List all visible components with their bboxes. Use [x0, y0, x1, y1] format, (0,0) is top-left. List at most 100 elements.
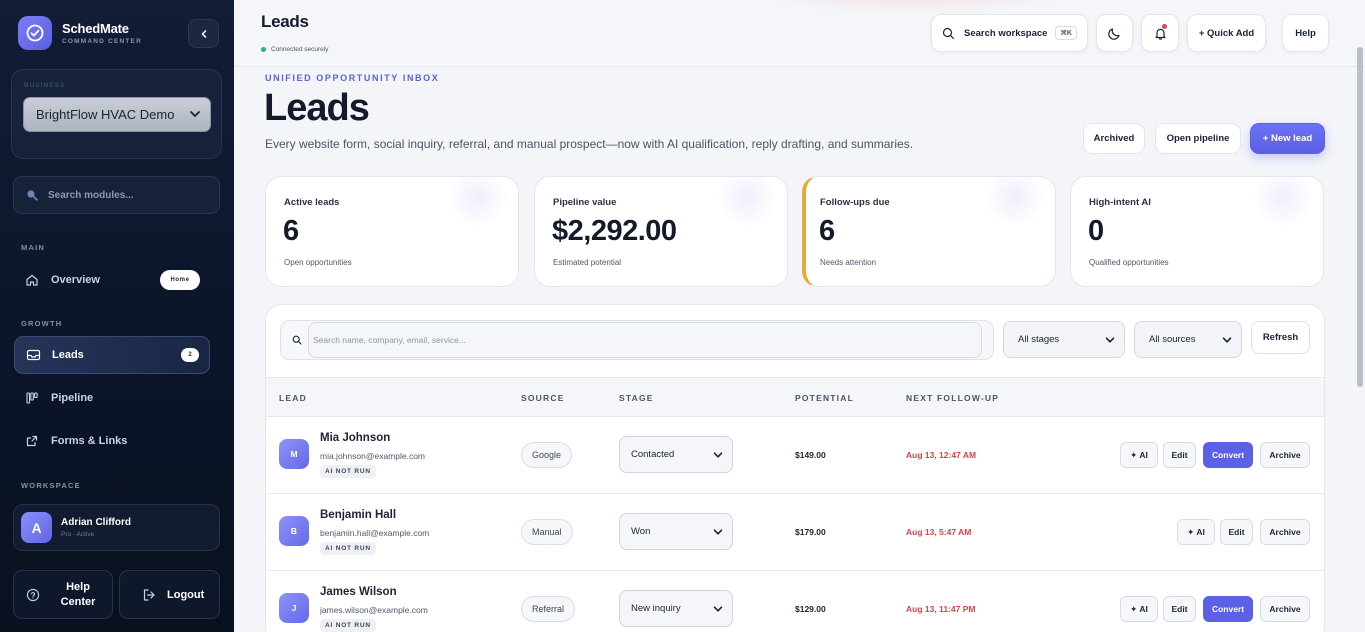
column-header-followup: NEXT FOLLOW-UP [906, 393, 1000, 403]
table-row[interactable]: J James Wilson james.wilson@example.com … [266, 571, 1324, 632]
business-selected-value: BrightFlow HVAC Demo [36, 107, 175, 122]
moon-icon [1108, 27, 1120, 40]
source-pill: Google [521, 442, 573, 468]
keyboard-shortcut-badge: ⌘K [1055, 26, 1077, 40]
stage-select[interactable]: Won [619, 513, 733, 550]
business-select[interactable]: BrightFlow HVAC Demo [23, 97, 211, 132]
chevron-down-icon [713, 452, 723, 458]
stat-value: 6 [819, 215, 835, 247]
stat-subtitle: Qualified opportunities [1089, 258, 1169, 267]
quick-add-button[interactable]: + Quick Add [1187, 14, 1266, 52]
column-header-lead: LEAD [279, 393, 307, 403]
user-card[interactable]: A Adrian Clifford Pro · Active [13, 504, 220, 551]
stat-value: 6 [283, 215, 299, 247]
convert-button[interactable]: Convert [1203, 442, 1253, 468]
connection-status-text: Connected securely [271, 46, 329, 53]
table-row[interactable]: M Mia Johnson mia.johnson@example.com AI… [266, 417, 1324, 494]
edit-button[interactable]: Edit [1220, 519, 1253, 545]
refresh-button[interactable]: Refresh [1251, 321, 1310, 354]
lead-name: Mia Johnson [320, 432, 391, 444]
page-title: Leads [261, 12, 309, 31]
inbox-icon [25, 347, 41, 363]
edit-button[interactable]: Edit [1163, 442, 1196, 468]
stage-select[interactable]: New inquiry [619, 590, 733, 627]
ai-button[interactable]: ✦ AI [1120, 596, 1158, 622]
nav-section-main: MAIN [21, 243, 45, 252]
chevron-down-icon [1105, 337, 1115, 343]
convert-button[interactable]: Convert [1203, 596, 1253, 622]
stage-filter-select[interactable]: All stages [1003, 321, 1125, 358]
business-card: BUSINESS BrightFlow HVAC Demo [11, 69, 222, 159]
lead-search-box: Search name, company, email, service... [280, 320, 994, 360]
source-filter-select[interactable]: All sources [1134, 321, 1242, 358]
edit-button[interactable]: Edit [1163, 596, 1196, 622]
decorative-glow [1253, 177, 1313, 227]
ai-button[interactable]: ✦ AI [1177, 519, 1215, 545]
module-search-placeholder: Search modules... [48, 189, 134, 201]
notification-dot-icon [1162, 24, 1167, 29]
decorative-glow [985, 177, 1045, 227]
follow-up-date: Aug 13, 5:47 AM [906, 527, 972, 537]
logout-label: Logout [167, 588, 205, 601]
ai-button[interactable]: ✦ AI [1120, 442, 1158, 468]
page-scrollbar[interactable] [1357, 47, 1363, 387]
stat-value: $2,292.00 [552, 215, 677, 247]
search-icon [27, 190, 38, 201]
sidebar-item-pipeline[interactable]: Pipeline [14, 379, 210, 417]
lead-name: James Wilson [320, 586, 397, 598]
table-row[interactable]: B Benjamin Hall benjamin.hall@example.co… [266, 494, 1324, 571]
help-button[interactable]: Help [1282, 14, 1329, 52]
lead-email: mia.johnson@example.com [320, 451, 426, 461]
open-pipeline-button[interactable]: Open pipeline [1155, 123, 1241, 154]
archive-button[interactable]: Archive [1260, 519, 1310, 545]
logout-button[interactable]: Logout [119, 570, 220, 619]
stage-filter-value: All stages [1018, 334, 1060, 345]
stat-value: 0 [1088, 215, 1104, 247]
source-pill: Referral [521, 596, 576, 622]
hero-eyebrow: UNIFIED OPPORTUNITY INBOX [265, 73, 440, 83]
lead-avatar: M [279, 439, 309, 469]
kanban-icon [24, 390, 40, 406]
help-center-button[interactable]: Help Center [13, 570, 113, 619]
theme-toggle-button[interactable] [1096, 14, 1133, 52]
main-content: UNIFIED OPPORTUNITY INBOX Leads Every we… [234, 67, 1354, 632]
stat-card-pipeline-value: Pipeline value $2,292.00 Estimated poten… [534, 176, 788, 287]
source-pill: Manual [521, 519, 573, 545]
sidebar-item-forms[interactable]: Forms & Links [14, 422, 210, 460]
chevron-down-icon [713, 606, 723, 612]
workspace-search-label: Search workspace [964, 27, 1048, 39]
lead-avatar: J [279, 593, 309, 623]
potential-value: $179.00 [795, 527, 826, 537]
stat-subtitle: Estimated potential [553, 258, 622, 267]
brand-subtitle: COMMAND CENTER [62, 38, 142, 45]
stage-select[interactable]: Contacted [619, 436, 733, 473]
archive-button[interactable]: Archive [1260, 596, 1310, 622]
new-lead-button[interactable]: + New lead [1250, 123, 1325, 154]
connection-status: Connected securely [261, 46, 328, 53]
chevron-down-icon [190, 111, 200, 117]
collapse-sidebar-button[interactable] [188, 19, 219, 48]
stat-card-follow-ups: Follow-ups due 6 Needs attention [802, 176, 1056, 287]
workspace-search-button[interactable]: Search workspace ⌘K [931, 14, 1088, 52]
archived-button[interactable]: Archived [1083, 123, 1145, 154]
help-circle-icon [26, 588, 40, 601]
archive-button[interactable]: Archive [1260, 442, 1310, 468]
follow-up-date: Aug 13, 11:47 PM [906, 604, 976, 614]
nav-section-growth: GROWTH [21, 319, 63, 328]
follow-up-date: Aug 13, 12:47 AM [906, 450, 977, 460]
logout-icon [143, 588, 155, 601]
lead-search-input[interactable]: Search name, company, email, service... [308, 322, 982, 358]
notifications-button[interactable] [1141, 14, 1179, 52]
brand-logo-icon [18, 16, 52, 50]
ai-status-badge: AI NOT RUN [320, 619, 376, 632]
search-icon [942, 27, 955, 39]
stat-card-active-leads: Active leads 6 Open opportunities [265, 176, 519, 287]
sidebar-item-leads[interactable]: Leads 2 [14, 336, 210, 374]
stat-subtitle: Open opportunities [284, 258, 352, 267]
column-header-potential: POTENTIAL [795, 393, 854, 403]
chevron-down-icon [713, 529, 723, 535]
stat-label: Pipeline value [553, 197, 617, 208]
potential-value: $129.00 [795, 604, 826, 614]
stat-label: Follow-ups due [820, 197, 890, 208]
module-search-input[interactable]: Search modules... [13, 176, 220, 214]
